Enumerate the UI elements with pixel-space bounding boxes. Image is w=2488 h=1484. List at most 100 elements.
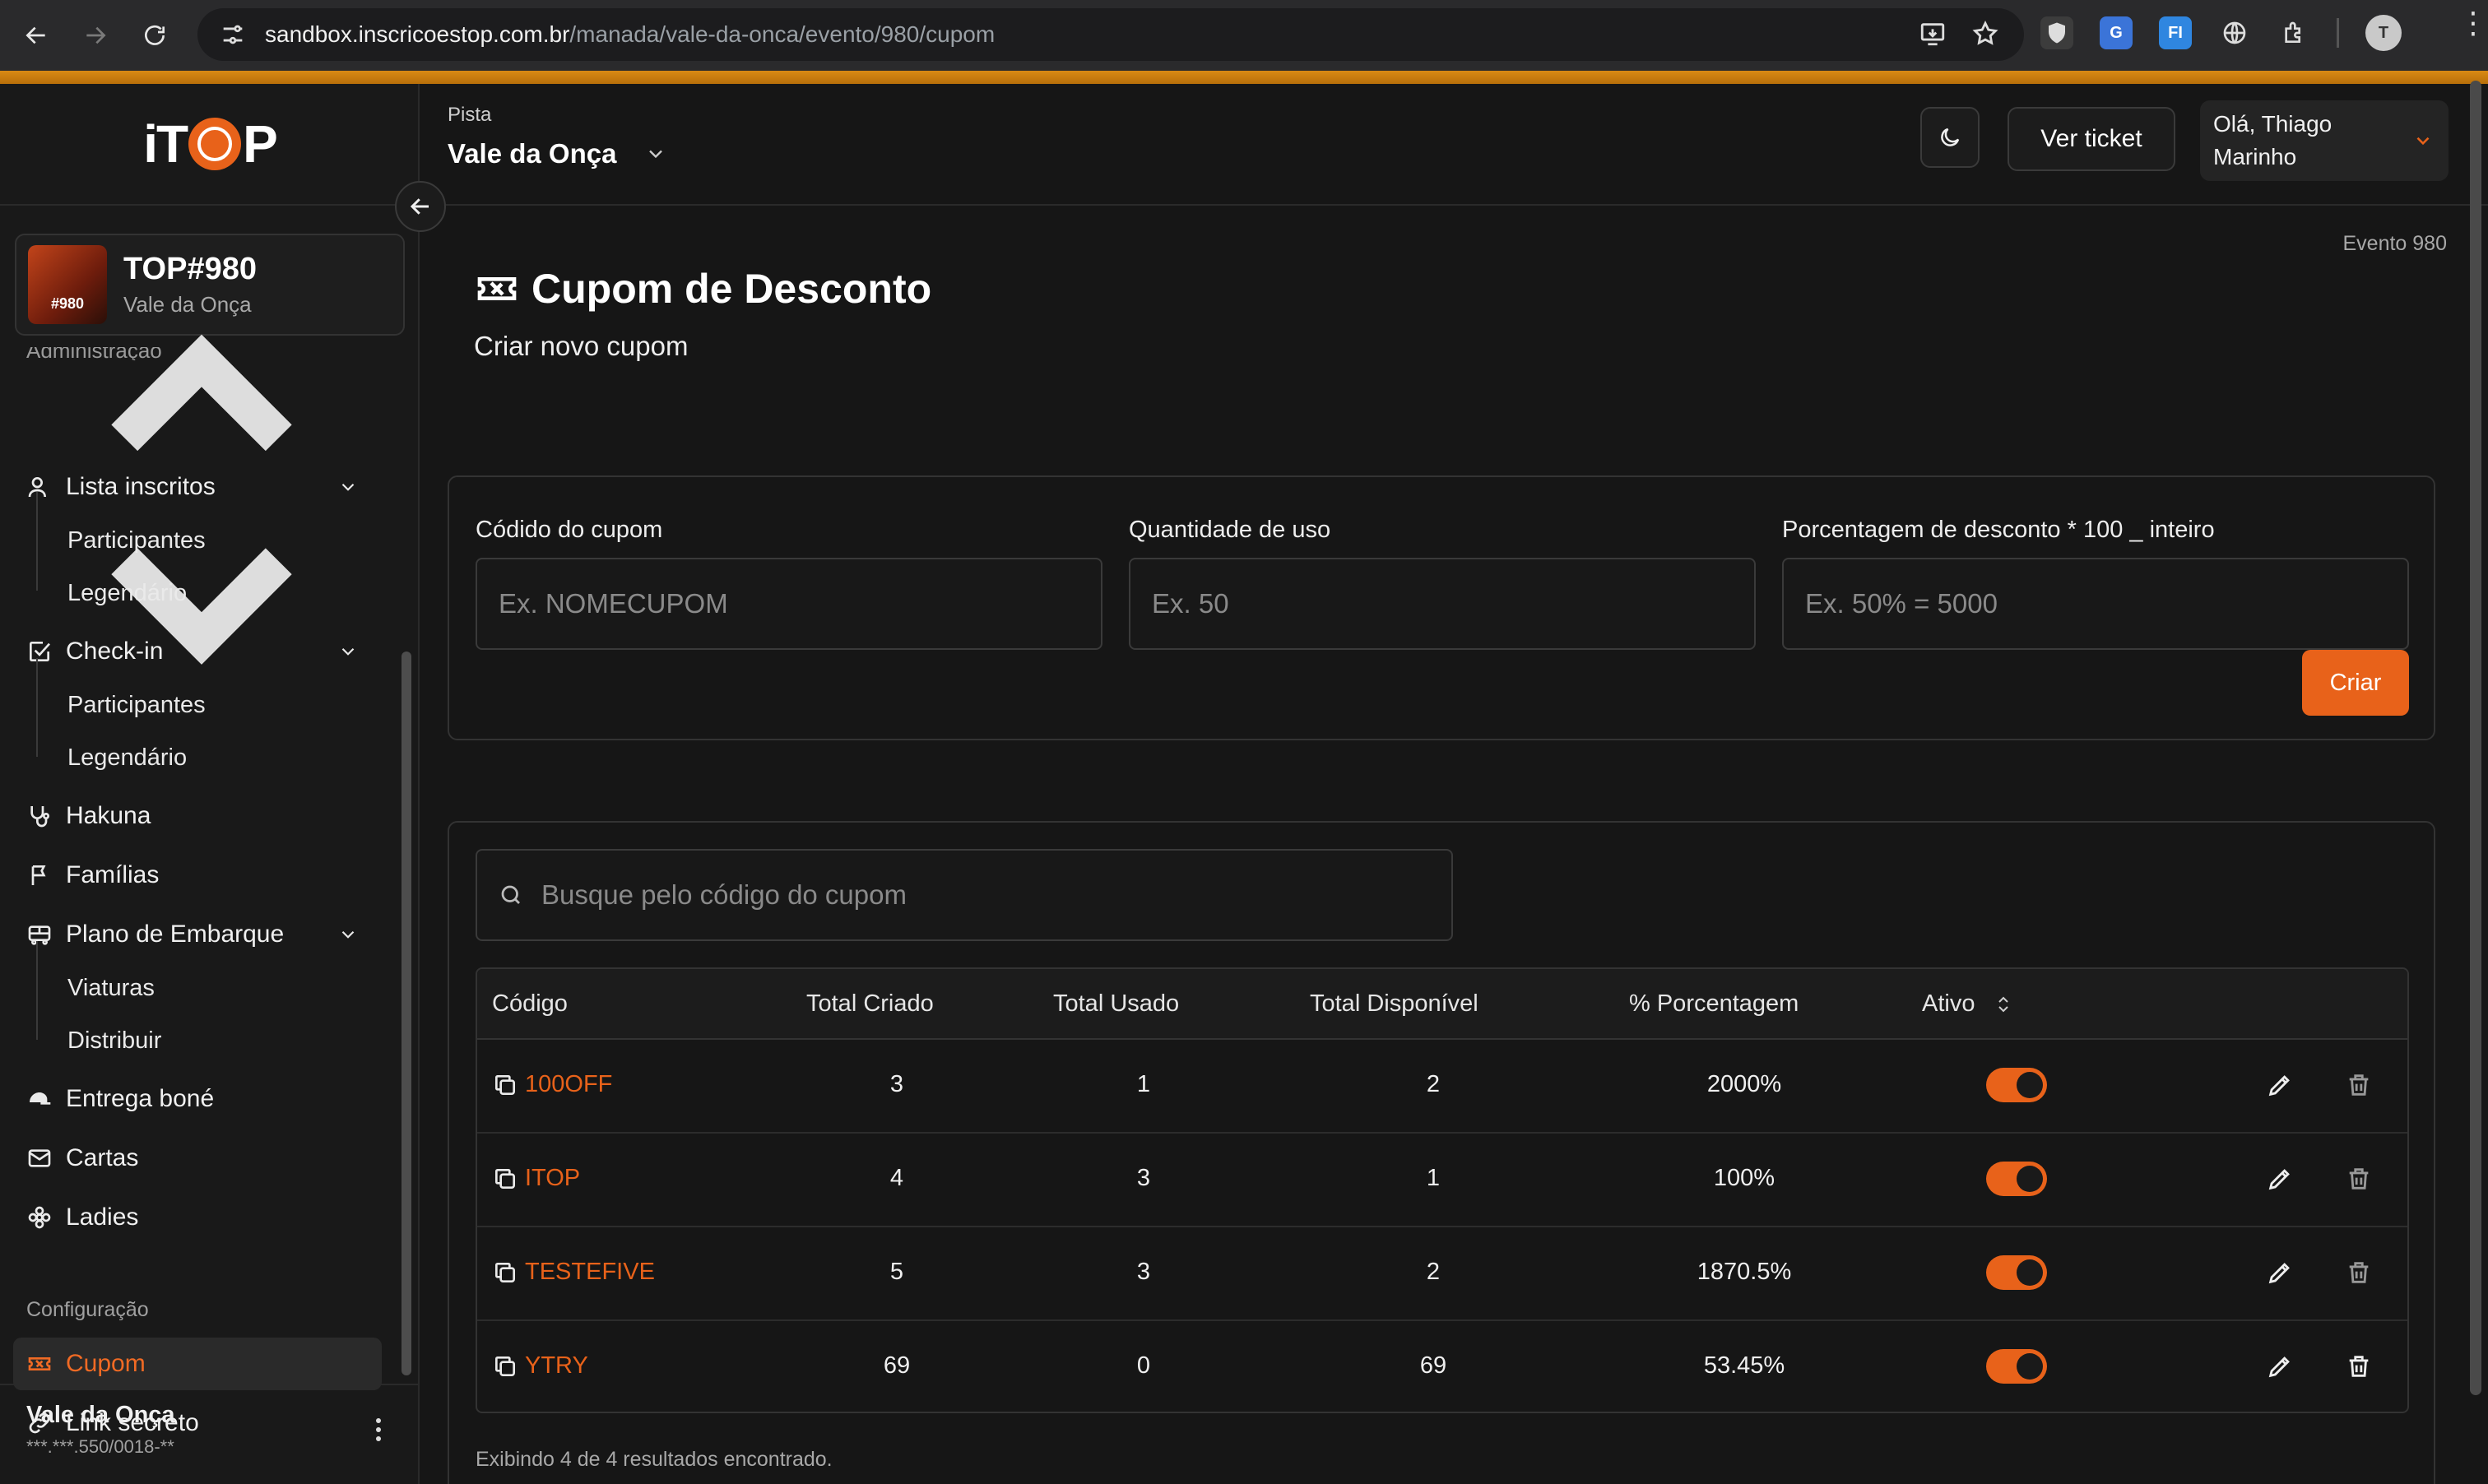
- site-settings-icon[interactable]: [219, 21, 247, 49]
- active-toggle[interactable]: [1986, 1162, 2047, 1196]
- percentage-cell: 100%: [1713, 1165, 1775, 1191]
- copy-icon[interactable]: [492, 1353, 518, 1380]
- sidebar-subitem-distribuir[interactable]: Distribuir: [67, 1020, 161, 1061]
- delete-trash-icon[interactable]: [2345, 1352, 2373, 1380]
- install-app-icon[interactable]: [1919, 20, 1947, 48]
- translate-icon[interactable]: G: [2100, 16, 2133, 49]
- profile-avatar-icon[interactable]: T: [2365, 15, 2402, 51]
- coupon-code-cell[interactable]: ITOP: [492, 1165, 580, 1192]
- coupon-code-cell[interactable]: TESTEFIVE: [492, 1259, 655, 1286]
- section-label-admin: Administração: [26, 347, 162, 360]
- coupon-code[interactable]: TESTEFIVE: [525, 1259, 655, 1286]
- moon-icon: [1941, 128, 1960, 146]
- coupon-code-input[interactable]: [476, 558, 1102, 650]
- puzzle-icon[interactable]: [2277, 16, 2310, 49]
- page-scrollbar[interactable]: [2470, 81, 2481, 1395]
- sidebar-item-entrega-bone[interactable]: Entrega boné: [26, 1076, 372, 1122]
- sidebar-subitem-legendario[interactable]: Legendário: [67, 737, 187, 778]
- copy-icon[interactable]: [492, 1166, 518, 1192]
- sidebar-item-ladies[interactable]: Ladies: [26, 1194, 372, 1241]
- toolbar-divider: [2337, 18, 2339, 48]
- percentage-cell: 2000%: [1706, 1071, 1782, 1097]
- total-created-cell: 5: [889, 1259, 904, 1285]
- delete-trash-icon[interactable]: [2345, 1165, 2373, 1193]
- page-title-text: Cupom de Desconto: [531, 266, 932, 312]
- sidebar-subitem-participantes[interactable]: Participantes: [67, 520, 206, 561]
- address-bar[interactable]: sandbox.inscricoestop.com.br/manada/vale…: [197, 8, 2024, 61]
- sidebar-item-plano-de-embarque[interactable]: Plano de Embarque: [26, 911, 372, 958]
- edit-pencil-icon[interactable]: [2266, 1352, 2294, 1380]
- cap-icon: [30, 1092, 51, 1105]
- sidebar-item-cupom[interactable]: Cupom: [26, 1341, 372, 1387]
- percentage-cell: 1870.5%: [1697, 1259, 1792, 1285]
- copy-icon[interactable]: [492, 1259, 518, 1286]
- view-ticket-button[interactable]: Ver ticket: [2008, 107, 2175, 171]
- globe-icon[interactable]: [2218, 16, 2251, 49]
- active-toggle[interactable]: [1986, 1349, 2047, 1384]
- back-icon[interactable]: [13, 12, 59, 58]
- logo-o-icon: [188, 118, 242, 170]
- active-toggle[interactable]: [1986, 1068, 2047, 1102]
- fi-icon[interactable]: FI: [2159, 16, 2192, 49]
- sidebar-item-familias[interactable]: Famílias: [26, 852, 372, 898]
- copy-icon[interactable]: [492, 1072, 518, 1098]
- event-switcher[interactable]: #980 TOP#980 Vale da Onça: [15, 234, 405, 665]
- app-root: iT P #980 TOP#980 Vale da Onça Administra…: [0, 84, 2488, 1484]
- coupon-search-input[interactable]: [541, 879, 1446, 911]
- coupon-code[interactable]: ITOP: [525, 1165, 580, 1192]
- bus-icon: [28, 925, 51, 945]
- submenu-line: [36, 492, 38, 591]
- sort-icon[interactable]: [1995, 995, 2012, 1014]
- create-coupon-form: Códido do cupom Quantidade de uso Porcen…: [448, 475, 2435, 740]
- pista-select[interactable]: Vale da Onça: [448, 138, 667, 169]
- coupon-code-cell[interactable]: YTRY: [492, 1352, 588, 1380]
- sidebar-item-hakuna[interactable]: Hakuna: [26, 793, 372, 839]
- sidebar-footer: Vale da Onça ***.***.550/0018-**: [0, 1384, 418, 1484]
- col-header-total-usado: Total Usado: [1053, 990, 1180, 1017]
- create-coupon-button[interactable]: Criar: [2302, 650, 2409, 716]
- bookmark-star-icon[interactable]: [1971, 20, 1999, 48]
- reload-icon[interactable]: [132, 12, 178, 58]
- usage-quantity-input[interactable]: [1129, 558, 1756, 650]
- browser-menu-icon[interactable]: ⋮: [2458, 8, 2488, 38]
- flag-icon: [31, 865, 46, 885]
- top-accent-strip: [0, 71, 2488, 84]
- delete-trash-icon[interactable]: [2345, 1259, 2373, 1287]
- arrow-left-icon: [410, 198, 429, 215]
- chevron-down-icon: [2416, 137, 2430, 146]
- col-header-total-criado: Total Criado: [806, 990, 934, 1017]
- sidebar-subitem-participantes[interactable]: Participantes: [67, 684, 206, 726]
- edit-pencil-icon[interactable]: [2266, 1165, 2294, 1193]
- sidebar-item-label: Plano de Embarque: [66, 921, 285, 948]
- total-used-cell: 1: [1136, 1071, 1151, 1097]
- shield-icon[interactable]: [2040, 16, 2073, 49]
- more-vertical-icon[interactable]: [372, 1418, 385, 1441]
- forward-icon[interactable]: [72, 12, 118, 58]
- edit-pencil-icon[interactable]: [2266, 1071, 2294, 1099]
- sidebar-scrollbar[interactable]: [402, 652, 411, 1375]
- discount-percentage-input[interactable]: [1782, 558, 2409, 650]
- sidebar-subitem-viaturas[interactable]: Viaturas: [67, 967, 155, 1009]
- active-toggle[interactable]: [1986, 1255, 2047, 1290]
- coupon-search[interactable]: [476, 849, 1453, 941]
- sidebar-subitem-legendario[interactable]: Legendário: [67, 573, 187, 614]
- table-row: TESTEFIVE 5 3 2 1870.5%: [477, 1227, 2407, 1321]
- user-menu-button[interactable]: Olá, Thiago Marinho: [2200, 100, 2449, 181]
- sidebar-item-cartas[interactable]: Cartas: [26, 1135, 372, 1181]
- sidebar-item-check-in[interactable]: Check-in: [26, 628, 372, 675]
- sidebar-item-lista-inscritos[interactable]: Lista inscritos: [26, 464, 372, 510]
- col-header-ativo[interactable]: Ativo: [1922, 990, 2012, 1018]
- chevron-down-icon: [649, 150, 663, 159]
- theme-toggle-button[interactable]: [1920, 107, 1980, 168]
- coupon-code[interactable]: 100OFF: [525, 1071, 612, 1098]
- collapse-sidebar-button[interactable]: [395, 181, 446, 232]
- coupon-code[interactable]: YTRY: [525, 1352, 588, 1380]
- col-header-porcentagem: % Porcentagem: [1629, 990, 1799, 1017]
- delete-trash-icon[interactable]: [2345, 1071, 2373, 1099]
- total-available-cell: 2: [1426, 1071, 1441, 1097]
- coupon-code-cell[interactable]: 100OFF: [492, 1071, 612, 1098]
- total-created-cell: 3: [889, 1071, 904, 1097]
- itop-logo[interactable]: iT P: [143, 114, 278, 174]
- edit-pencil-icon[interactable]: [2266, 1259, 2294, 1287]
- ticket-icon: [477, 277, 517, 300]
